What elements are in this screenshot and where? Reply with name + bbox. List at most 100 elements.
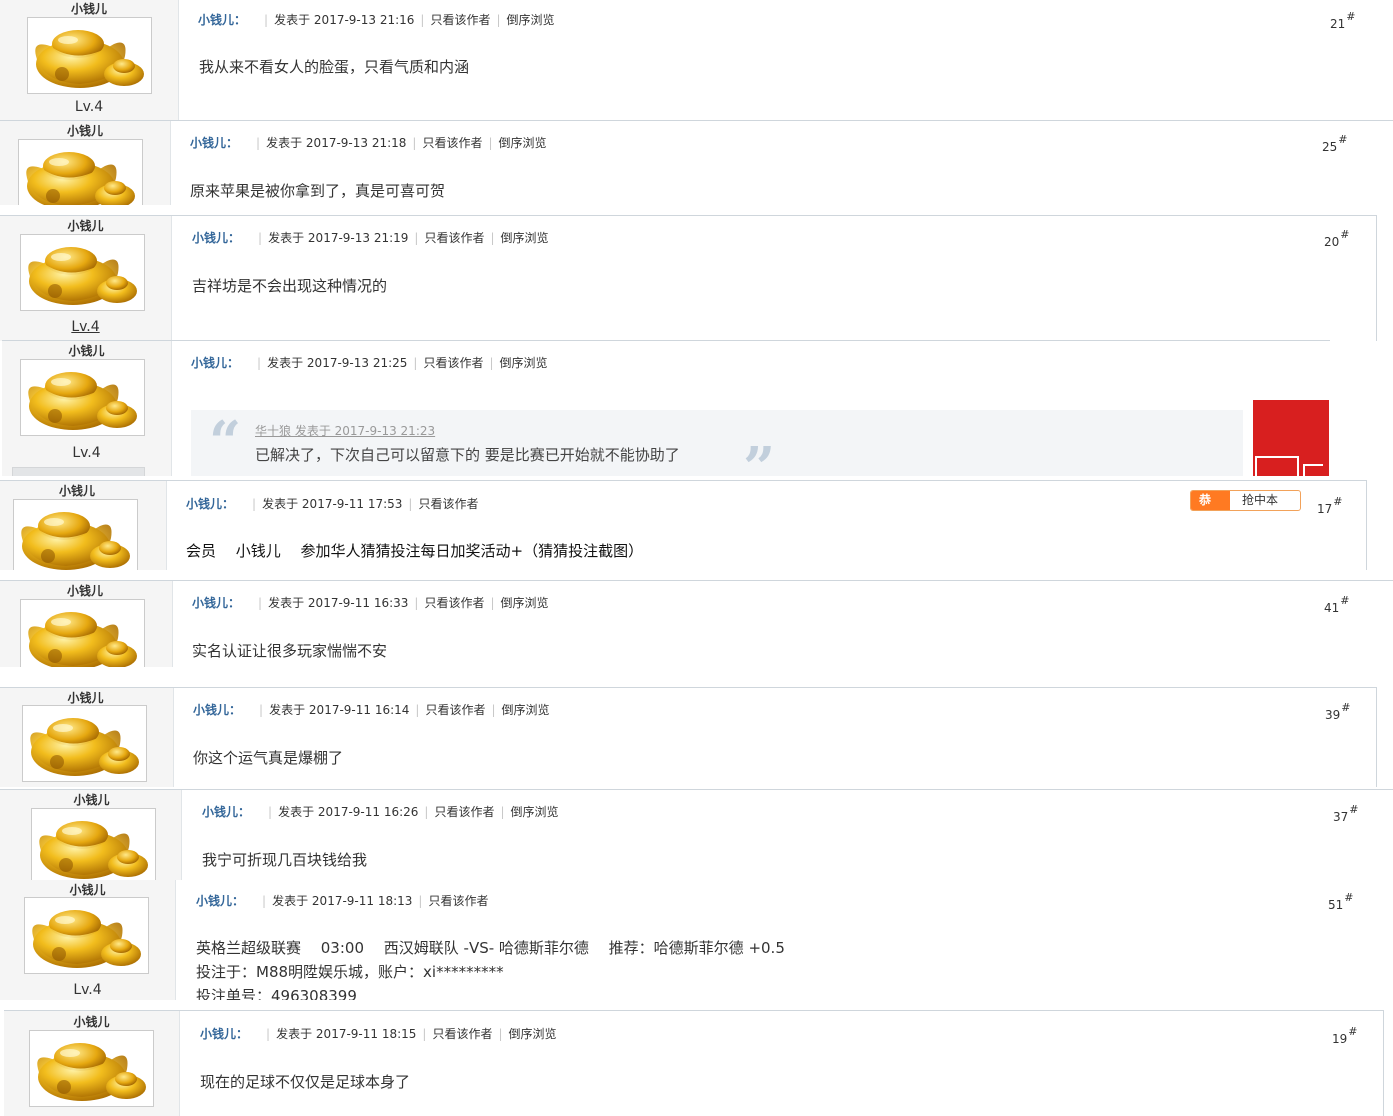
bet-match-line: 英格兰超级联赛 03:00 西汉姆联队 -VS- 哈德斯菲尔德 推荐：哈德斯菲尔… [196,939,785,957]
quote-source-link[interactable]: 华十狼 发表于 2017-9-13 21:23 [255,422,435,439]
floor-number[interactable]: 19# [1332,1025,1358,1046]
reverse-order-link[interactable]: 倒序浏览 [501,596,549,610]
user-sidebar: 小钱儿 [4,1011,180,1116]
post-time: 发表于 2017-9-11 16:33 [268,596,408,610]
username[interactable]: 小钱儿 [2,342,171,359]
congrats-badge[interactable]: 恭喜 抢中本楼 [1190,490,1301,511]
posted-label: 发表于 [267,356,304,370]
avatar[interactable] [24,897,149,974]
red-logo-ad[interactable] [1253,400,1329,476]
only-author-link[interactable]: 只看该作者 [423,356,483,370]
floor-mark: # [1344,891,1354,904]
username[interactable]: 小钱儿 [0,881,175,898]
floor-value: 21 [1330,17,1346,31]
post-floor-41: 小钱儿 小钱儿： | 发表于 2017-9-11 16:33 | 只看该作者 | 倒序浏览 … [0,580,1393,667]
post-content: 我宁可折现几百块钱给我 [202,851,368,869]
reverse-order-link[interactable]: 倒序浏览 [501,231,549,245]
avatar[interactable] [29,1030,154,1107]
username[interactable]: 小钱儿 [0,217,171,234]
floor-mark: # [1338,133,1348,146]
username[interactable]: 小钱儿 [0,689,173,706]
divider: | [488,136,493,150]
floor-mark: # [1340,594,1350,607]
floor-mark: # [1346,10,1356,23]
posted-label: 发表于 [278,805,315,819]
username[interactable]: 小钱儿 [0,0,178,17]
floor-number[interactable]: 17# [1317,495,1343,516]
avatar[interactable] [20,234,145,311]
post-content: 我从来不看女人的脸蛋，只看气质和内涵 [199,58,470,76]
post-content: 原来苹果是被你拿到了，真是可喜可贺 [190,182,446,200]
only-author-link[interactable]: 只看该作者 [432,1027,492,1041]
user-level[interactable]: Lv.4 [0,319,171,335]
posted-label: 发表于 [276,1027,313,1041]
avatar[interactable] [20,359,145,436]
author-link[interactable]: 小钱儿： [198,13,246,27]
divider: | [256,136,261,150]
author-link[interactable]: 小钱儿： [202,805,250,819]
author-link[interactable]: 小钱儿： [200,1027,248,1041]
divider: | [266,1027,271,1041]
posted-label: 发表于 [268,231,305,245]
username[interactable]: 小钱儿 [4,1013,179,1030]
only-author-link[interactable]: 只看该作者 [418,497,478,511]
post-date: 2017-9-11 16:14 [308,703,410,717]
avatar[interactable] [13,499,138,570]
floor-number[interactable]: 41# [1324,594,1350,615]
only-author-link[interactable]: 只看该作者 [430,13,490,27]
author-link[interactable]: 小钱儿： [186,497,234,511]
only-author-link[interactable]: 只看该作者 [425,703,485,717]
author-link[interactable]: 小钱儿： [193,703,241,717]
reverse-order-link[interactable]: 倒序浏览 [499,136,547,150]
floor-number[interactable]: 51# [1328,891,1354,912]
username[interactable]: 小钱儿 [0,122,170,139]
author-link[interactable]: 小钱儿： [196,894,244,908]
reverse-order-link[interactable]: 倒序浏览 [511,805,559,819]
post-meta: 小钱儿： | 发表于 2017-9-11 16:14 | 只看该作者 | 倒序浏览 [193,701,550,718]
only-author-link[interactable]: 只看该作者 [424,596,484,610]
post-meta: 小钱儿： | 发表于 2017-9-13 21:16 | 只看该作者 | 倒序浏览 [198,11,555,28]
posted-label: 发表于 [262,497,299,511]
reverse-order-link[interactable]: 倒序浏览 [500,356,548,370]
username[interactable]: 小钱儿 [0,582,172,599]
post-date: 2017-9-13 21:18 [305,136,407,150]
post-date: 2017-9-11 16:26 [317,805,419,819]
post-floor-39: 小钱儿 小钱儿： | 发表于 2017-9-11 16:14 | 只看该作者 | 倒序浏览 … [0,687,1377,787]
divider: | [498,1027,503,1041]
posted-label: 发表于 [274,13,311,27]
reverse-order-link[interactable]: 倒序浏览 [502,703,550,717]
only-author-link[interactable]: 只看该作者 [424,231,484,245]
post-meta: 小钱儿： | 发表于 2017-9-11 18:15 | 只看该作者 | 倒序浏览 [200,1025,557,1042]
reverse-order-link[interactable]: 倒序浏览 [507,13,555,27]
divider: | [259,703,264,717]
floor-number[interactable]: 25# [1322,133,1348,154]
divider: | [415,703,420,717]
post-date: 2017-9-13 21:16 [313,13,415,27]
avatar[interactable] [31,808,156,881]
author-link[interactable]: 小钱儿： [191,356,239,370]
only-author-link[interactable]: 只看该作者 [422,136,482,150]
reverse-order-link[interactable]: 倒序浏览 [509,1027,557,1041]
avatar[interactable] [20,599,145,667]
author-link[interactable]: 小钱儿： [192,231,240,245]
author-link[interactable]: 小钱儿： [192,596,240,610]
floor-number[interactable]: 39# [1325,701,1351,722]
avatar[interactable] [27,17,152,94]
floor-mark: # [1333,495,1343,508]
only-author-link[interactable]: 只看该作者 [428,894,488,908]
only-author-link[interactable]: 只看该作者 [434,805,494,819]
author-name: 小钱儿 [193,703,230,717]
floor-number[interactable]: 20# [1324,228,1350,249]
floor-number[interactable]: 21# [1330,10,1356,31]
floor-number[interactable]: 37# [1333,803,1359,824]
avatar[interactable] [18,139,143,205]
username[interactable]: 小钱儿 [0,482,166,499]
divider: | [491,703,496,717]
username[interactable]: 小钱儿 [2,791,181,808]
author-link[interactable]: 小钱儿： [190,136,238,150]
post-date: 2017-9-13 21:19 [307,231,409,245]
divider: | [490,596,495,610]
divider: | [414,596,419,610]
divider: | [413,356,418,370]
avatar[interactable] [22,705,147,782]
